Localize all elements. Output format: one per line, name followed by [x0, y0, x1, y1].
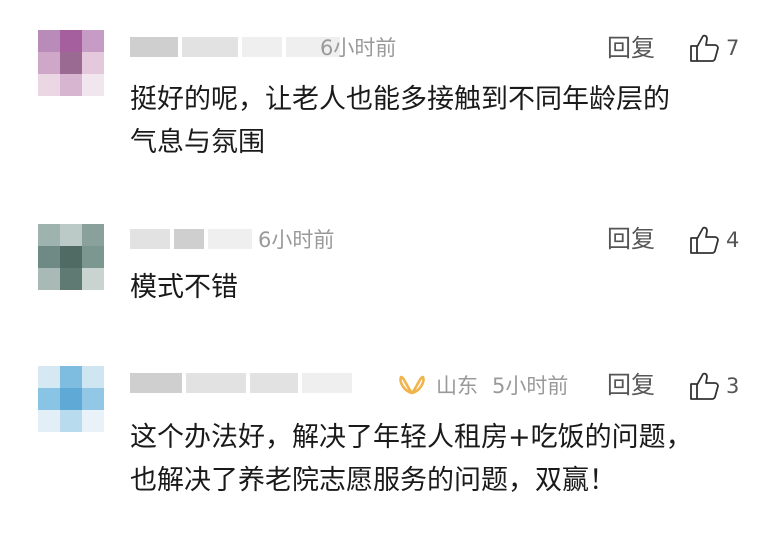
comment-text: 模式不错 — [130, 266, 750, 309]
reply-button[interactable]: 回复 — [607, 224, 655, 254]
like-button[interactable]: 7 — [688, 32, 739, 64]
comment-time: 6小时前 — [320, 36, 397, 60]
like-button[interactable]: 3 — [688, 370, 739, 402]
vip-badge-icon — [399, 375, 425, 395]
comment-item: 山东 5小时前 回复 3 这个办法好，解决了年轻人租房+吃饭的问题， 也解决了养… — [0, 340, 780, 538]
comment-text-line: 也解决了养老院志愿服务的问题，双赢！ — [130, 465, 616, 496]
comment-location: 山东 — [436, 374, 478, 398]
username-blurred[interactable] — [130, 370, 352, 396]
comment-text-line: 气息与氛围 — [130, 127, 265, 158]
comment-text-line: 模式不错 — [130, 272, 238, 303]
comment-text-line: 这个办法好，解决了年轻人租房+吃饭的问题， — [130, 422, 693, 453]
comment-time: 5小时前 — [492, 374, 569, 398]
avatar[interactable] — [38, 224, 104, 290]
comment-meta: 山东 5小时前 — [398, 370, 568, 400]
thumbs-up-icon — [690, 372, 719, 400]
like-count: 3 — [726, 374, 740, 398]
comment-time: 6小时前 — [258, 228, 335, 252]
reply-button[interactable]: 回复 — [607, 33, 655, 63]
comment-meta: 6小时前 — [320, 32, 396, 62]
username-blurred[interactable] — [130, 34, 340, 60]
thumbs-up-icon — [690, 226, 719, 254]
like-button[interactable]: 4 — [688, 224, 739, 256]
comment-text: 这个办法好，解决了年轻人租房+吃饭的问题， 也解决了养老院志愿服务的问题，双赢！ — [130, 416, 750, 502]
username-blurred[interactable] — [130, 226, 252, 252]
comment-text: 挺好的呢，让老人也能多接触到不同年龄层的 气息与氛围 — [130, 78, 750, 164]
like-count: 7 — [726, 36, 740, 60]
reply-button[interactable]: 回复 — [607, 370, 655, 400]
avatar[interactable] — [38, 366, 104, 432]
thumbs-up-icon — [690, 34, 719, 62]
avatar[interactable] — [38, 30, 104, 96]
comment-item: 6小时前 回复 4 模式不错 — [0, 200, 780, 340]
comment-text-line: 挺好的呢，让老人也能多接触到不同年龄层的 — [130, 84, 670, 115]
like-count: 4 — [726, 228, 740, 252]
comment-meta: 6小时前 — [258, 224, 334, 254]
comment-item: 6小时前 回复 7 挺好的呢，让老人也能多接触到不同年龄层的 气息与氛围 — [0, 0, 780, 200]
